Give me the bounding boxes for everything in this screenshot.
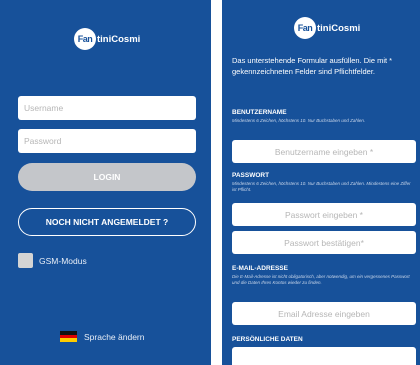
gsm-mode-toggle[interactable]: GSM-Modus (18, 253, 87, 268)
logo-text: tiniCosmi (317, 22, 361, 34)
confirm-password-input[interactable]: Passwort bestätigen* (232, 231, 416, 254)
register-button-label: NOCH NICHT ANGEMELDET ? (45, 217, 169, 227)
username-hint: Mindestens 6 Zeichen, höchstens 10. Nur … (232, 118, 366, 123)
register-username-placeholder: Benutzername eingeben * (274, 146, 374, 157)
username-placeholder: Username (24, 103, 64, 113)
username-section-title: BENUTZERNAME (232, 109, 287, 116)
personal-data-input[interactable] (232, 347, 416, 365)
login-button-label: LOGIN (93, 172, 121, 182)
gsm-checkbox[interactable] (18, 253, 33, 268)
email-hint: Die E-Mail-Adresse ist nicht obligatoris… (232, 274, 410, 285)
confirm-password-placeholder: Passwort bestätigen* (284, 237, 364, 248)
email-section-title: E-MAIL-ADRESSE (232, 265, 288, 272)
login-screen: Fan tiniCosmi Username Password LOGIN NO… (0, 0, 211, 365)
german-flag-icon (60, 331, 77, 343)
form-intro-text: Das unterstehende Formular ausfüllen. Di… (232, 56, 393, 76)
register-button[interactable]: NOCH NICHT ANGEMELDET ? (18, 208, 196, 236)
registration-screen: Fan tiniCosmi Das unterstehende Formular… (222, 0, 420, 365)
personal-data-section-title: PERSÖNLICHE DATEN (232, 336, 303, 343)
email-placeholder: Email Adresse eingeben (278, 308, 370, 319)
register-password-placeholder: Passwort eingeben * (285, 209, 363, 220)
password-section-title: PASSWORT (232, 172, 270, 179)
username-input[interactable]: Username (18, 96, 196, 120)
language-label: Sprache ändern (84, 331, 145, 342)
logo-mark: Fan (294, 17, 316, 39)
fantinicosmi-logo: Fan tiniCosmi (294, 17, 360, 39)
email-input[interactable]: Email Adresse eingeben (232, 302, 416, 325)
register-password-input[interactable]: Passwort eingeben * (232, 203, 416, 226)
password-input[interactable]: Password (18, 129, 196, 153)
logo-mark: Fan (74, 28, 96, 50)
password-hint: Mindestens 6 Zeichen, höchstens 10. Nur … (232, 181, 411, 192)
fantinicosmi-logo: Fan tiniCosmi (74, 28, 140, 50)
logo-text: tiniCosmi (97, 33, 141, 45)
login-button[interactable]: LOGIN (18, 163, 196, 191)
password-placeholder: Password (24, 136, 62, 146)
change-language-link[interactable]: Sprache ändern (60, 331, 145, 343)
register-username-input[interactable]: Benutzername eingeben * (232, 140, 416, 163)
gsm-label: GSM-Modus (39, 255, 87, 266)
